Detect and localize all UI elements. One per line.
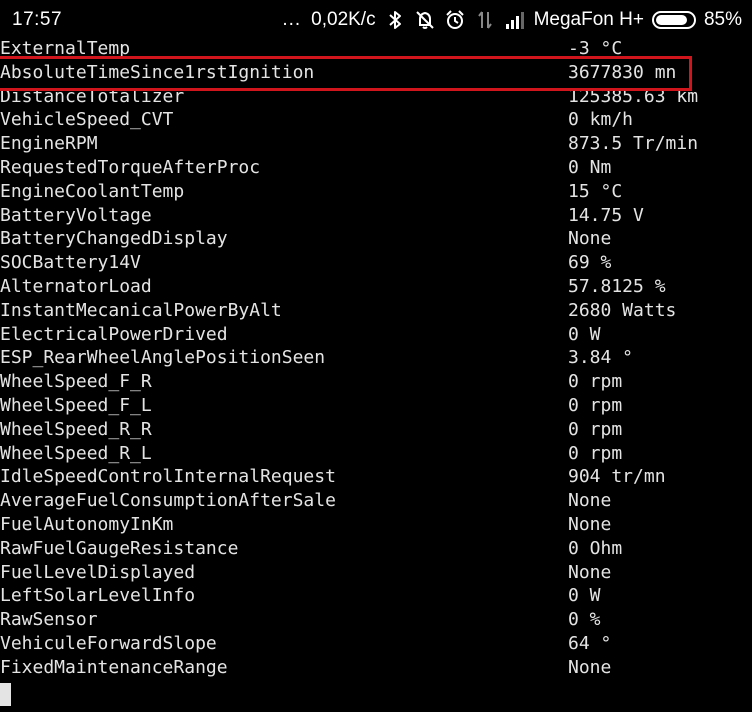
parameter-name: RawFuelGaugeResistance xyxy=(0,537,239,559)
parameter-value: 64 ° xyxy=(568,632,612,654)
parameter-value: 0 Nm xyxy=(568,156,612,178)
parameter-name: VehicleSpeed_CVT xyxy=(0,109,174,131)
terminal-row: RawFuelGaugeResistance 0 Ohm xyxy=(0,537,752,561)
parameter-name: WheelSpeed_R_L xyxy=(0,442,152,464)
parameter-value: 904 tr/mn xyxy=(568,466,666,488)
parameter-value: 0 km/h xyxy=(568,109,634,131)
terminal-row: ElectricalPowerDrived 0 W xyxy=(0,323,752,347)
terminal-cursor xyxy=(0,683,11,706)
terminal-row: IdleSpeedControlInternalRequest 904 tr/mn xyxy=(0,465,752,489)
terminal-row: AlternatorLoad 57.8125 % xyxy=(0,275,752,299)
parameter-value: 873.5 Tr/min xyxy=(568,133,699,155)
notification-dots: ... xyxy=(282,9,302,30)
battery-percent: 85% xyxy=(703,9,742,30)
parameter-name: BatteryChangedDisplay xyxy=(0,228,228,250)
network-speed: 0,02K/c xyxy=(311,9,376,30)
terminal-row: SOCBattery14V 69 % xyxy=(0,251,752,275)
data-transfer-icon xyxy=(474,9,496,31)
status-indicators: ... 0,02K/c MegaFon H+ 85% xyxy=(282,8,742,32)
parameter-name: VehiculeForwardSlope xyxy=(0,632,217,654)
parameter-value: 69 % xyxy=(568,252,612,274)
parameter-value: 0 rpm xyxy=(568,394,623,416)
terminal-row: RequestedTorqueAfterProc 0 Nm xyxy=(0,156,752,180)
parameter-value: 3.84 ° xyxy=(568,347,634,369)
battery-fill xyxy=(655,15,687,25)
parameter-value: 0 rpm xyxy=(568,418,623,440)
terminal-row: VehicleSpeed_CVT 0 km/h xyxy=(0,108,752,132)
parameter-value: None xyxy=(568,656,612,678)
terminal-row: WheelSpeed_F_L 0 rpm xyxy=(0,394,752,418)
terminal-row: ESP_RearWheelAnglePositionSeen 3.84 ° xyxy=(0,346,752,370)
terminal-row: AverageFuelConsumptionAfterSale None xyxy=(0,489,752,513)
parameter-name: WheelSpeed_R_R xyxy=(0,418,152,440)
alarm-icon xyxy=(444,9,466,31)
parameter-name: WheelSpeed_F_L xyxy=(0,394,152,416)
terminal-row: WheelSpeed_R_R 0 rpm xyxy=(0,418,752,442)
parameter-value: None xyxy=(568,228,612,250)
terminal-row: VehiculeForwardSlope 64 ° xyxy=(0,632,752,656)
terminal-row: FixedMaintenanceRange None xyxy=(0,656,752,680)
status-bar: 17:57 ... 0,02K/c MegaFon H+ 85% xyxy=(0,0,752,40)
parameter-name: BatteryVoltage xyxy=(0,204,152,226)
parameter-name: LeftSolarLevelInfo xyxy=(0,585,196,607)
parameter-name: FixedMaintenanceRange xyxy=(0,656,228,678)
terminal-row: BatteryVoltage 14.75 V xyxy=(0,204,752,228)
parameter-name: FuelLevelDisplayed xyxy=(0,561,196,583)
parameter-name: FuelAutonomyInKm xyxy=(0,513,174,535)
parameter-value: 0 % xyxy=(568,609,601,631)
parameter-value: None xyxy=(568,490,612,512)
bluetooth-icon xyxy=(384,9,406,31)
parameter-name: AverageFuelConsumptionAfterSale xyxy=(0,490,336,512)
parameter-value: 14.75 V xyxy=(568,204,644,226)
mute-icon xyxy=(414,9,436,31)
parameter-name: EngineRPM xyxy=(0,133,98,155)
carrier-name: MegaFon H+ xyxy=(533,9,644,30)
parameter-value: 2680 Watts xyxy=(568,299,677,321)
parameter-name: AlternatorLoad xyxy=(0,275,152,297)
parameter-value: None xyxy=(568,561,612,583)
battery-icon xyxy=(651,11,696,29)
highlight-box xyxy=(0,56,692,91)
terminal-row: EngineRPM 873.5 Tr/min xyxy=(0,132,752,156)
parameter-name: ElectricalPowerDrived xyxy=(0,323,228,345)
terminal-row: WheelSpeed_F_R 0 rpm xyxy=(0,370,752,394)
terminal-row: LeftSolarLevelInfo 0 W xyxy=(0,584,752,608)
parameter-name: ESP_RearWheelAnglePositionSeen xyxy=(0,347,326,369)
parameter-value: 0 rpm xyxy=(568,442,623,464)
parameter-name: InstantMecanicalPowerByAlt xyxy=(0,299,282,321)
terminal-output[interactable]: ExternalTemp -3 °C AbsoluteTimeSince1rstIg… xyxy=(0,37,752,680)
parameter-value: 0 rpm xyxy=(568,371,623,393)
parameter-value: 0 W xyxy=(568,323,601,345)
parameter-name: RequestedTorqueAfterProc xyxy=(0,156,261,178)
terminal-row: EngineCoolantTemp 15 °C xyxy=(0,180,752,204)
parameter-value: 0 W xyxy=(568,585,601,607)
terminal-row: FuelAutonomyInKm None xyxy=(0,513,752,537)
parameter-name: RawSensor xyxy=(0,609,98,631)
terminal-row: FuelLevelDisplayed None xyxy=(0,561,752,585)
parameter-name: EngineCoolantTemp xyxy=(0,180,185,202)
signal-icon xyxy=(504,9,526,31)
parameter-value: None xyxy=(568,513,612,535)
parameter-value: 0 Ohm xyxy=(568,537,623,559)
parameter-name: SOCBattery14V xyxy=(0,252,141,274)
terminal-row: RawSensor 0 % xyxy=(0,608,752,632)
terminal-row: InstantMecanicalPowerByAlt 2680 Watts xyxy=(0,299,752,323)
status-time: 17:57 xyxy=(12,9,63,30)
parameter-name: WheelSpeed_F_R xyxy=(0,371,152,393)
parameter-value: 57.8125 % xyxy=(568,275,666,297)
parameter-value: 15 °C xyxy=(568,180,623,202)
terminal-row: BatteryChangedDisplay None xyxy=(0,227,752,251)
terminal-row: WheelSpeed_R_L 0 rpm xyxy=(0,442,752,466)
parameter-name: IdleSpeedControlInternalRequest xyxy=(0,466,336,488)
